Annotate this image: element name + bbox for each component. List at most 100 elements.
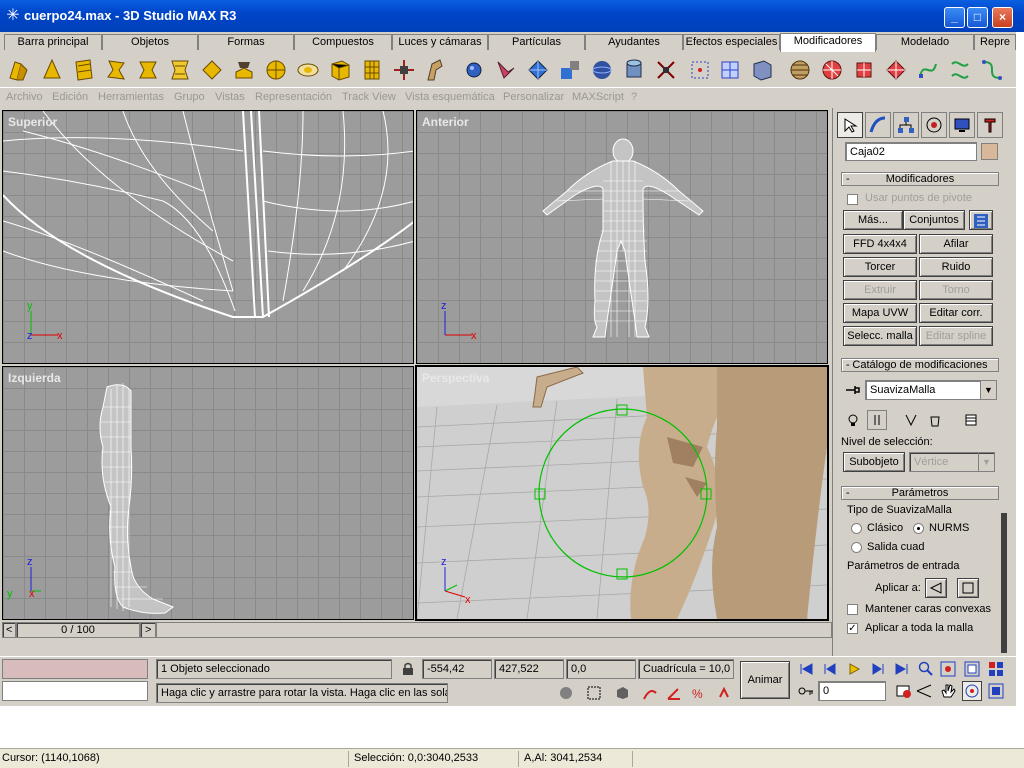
taper-button[interactable]: Afilar <box>919 234 993 254</box>
lathe-spline-icon[interactable] <box>978 56 1006 84</box>
edit-mesh-button[interactable]: Editar corr. <box>919 303 993 323</box>
skew-tool-icon[interactable] <box>198 56 226 84</box>
menu-representacion[interactable]: Representación <box>255 91 332 103</box>
x-coordinate-field[interactable]: -554,42 <box>422 659 492 679</box>
extrude-button[interactable]: Extruir <box>843 280 917 300</box>
wave-tool-icon[interactable] <box>262 56 290 84</box>
bend-tool-icon[interactable] <box>5 56 33 84</box>
zoom-extents-all-icon[interactable] <box>986 659 1006 679</box>
edit-mesh-icon[interactable] <box>524 56 552 84</box>
mesh-select-button[interactable]: Selecc. malla <box>843 326 917 346</box>
viewport-perspective-label[interactable]: Perspectiva <box>422 371 489 385</box>
create-tab-icon[interactable] <box>837 112 863 138</box>
crossing-selection-icon[interactable] <box>584 683 604 703</box>
ffd-box-tool-icon[interactable] <box>326 56 354 84</box>
key-mode-icon[interactable] <box>796 681 816 701</box>
viewport-top-label[interactable]: Superior <box>8 115 57 129</box>
viewport-perspective[interactable]: z x Perspectiva <box>415 365 829 621</box>
viewport-top[interactable]: y x z Superior <box>2 110 414 364</box>
subobject-level-dropdown[interactable]: Vértice ▼ <box>909 452 995 472</box>
time-config-icon[interactable] <box>894 681 914 701</box>
title-bar[interactable]: ✳ cuerpo24.max - 3D Studio MAX R3 _ □ × <box>0 0 1024 32</box>
hierarchy-tab-icon[interactable] <box>893 112 919 138</box>
lattice-tool-icon[interactable] <box>294 56 322 84</box>
noise-tool-icon[interactable] <box>102 56 130 84</box>
viewport-front-label[interactable]: Anterior <box>422 115 469 129</box>
menu-edicion[interactable]: Edición <box>52 91 88 103</box>
modify-tab-icon[interactable] <box>865 112 891 138</box>
viewport-left[interactable]: z y x Izquierda <box>2 366 414 620</box>
maxscript-listener-pink[interactable] <box>2 659 148 679</box>
viewport-front[interactable]: z x Anterior <box>416 110 828 364</box>
tab-particulas[interactable]: Partículas <box>488 34 585 50</box>
pin-stack-icon[interactable] <box>843 380 863 400</box>
menu-vista-esquematica[interactable]: Vista esquemática <box>405 91 495 103</box>
menu-herramientas[interactable]: Herramientas <box>98 91 164 103</box>
remove-modifier-icon[interactable] <box>925 410 945 430</box>
play-icon[interactable] <box>844 659 864 679</box>
squeeze-tool-icon[interactable] <box>166 56 194 84</box>
menu-maxscript[interactable]: MAXScript <box>572 91 624 103</box>
extrude-spline-icon[interactable] <box>946 56 974 84</box>
prev-frame-button[interactable]: < <box>2 622 16 638</box>
stretch-tool-icon[interactable] <box>134 56 162 84</box>
tab-ayudantes[interactable]: Ayudantes <box>585 34 683 50</box>
apply-to-polygons-icon[interactable] <box>957 578 979 598</box>
window-selection-icon[interactable] <box>612 683 632 703</box>
classic-radio[interactable] <box>851 523 862 534</box>
maxscript-listener-white[interactable] <box>2 681 148 701</box>
twist-button[interactable]: Torcer <box>843 257 917 277</box>
uvw-map-button[interactable]: Mapa UVW <box>843 303 917 323</box>
tab-modificadores[interactable]: Modificadores <box>780 33 876 52</box>
menu-vistas[interactable]: Vistas <box>215 91 245 103</box>
next-frame-icon[interactable] <box>868 659 888 679</box>
utilities-tab-icon[interactable] <box>977 112 1003 138</box>
time-slider[interactable]: 0 / 100 <box>16 622 140 638</box>
volume-select-icon[interactable] <box>492 56 520 84</box>
tessellate-icon[interactable] <box>882 56 910 84</box>
configure-sets-icon[interactable] <box>969 210 993 230</box>
more-modifiers-button[interactable]: Más... <box>843 210 903 230</box>
active-inactive-icon[interactable] <box>867 410 887 430</box>
tab-objetos[interactable]: Objetos <box>102 34 198 50</box>
minimize-button[interactable]: _ <box>944 7 965 28</box>
menu-track-view[interactable]: Track View <box>342 91 396 103</box>
nurms-radio[interactable] <box>913 523 924 534</box>
menu-grupo[interactable]: Grupo <box>174 91 205 103</box>
pan-hand-icon[interactable] <box>938 681 958 701</box>
viewport-left-label[interactable]: Izquierda <box>8 371 61 385</box>
twist-tool-icon[interactable] <box>70 56 98 84</box>
animate-button[interactable]: Animar <box>740 661 790 699</box>
current-frame-field[interactable]: 0 <box>818 681 886 701</box>
sphere-mesh-icon[interactable] <box>588 56 616 84</box>
min-max-toggle-icon[interactable] <box>986 681 1006 701</box>
edit-patch-icon[interactable] <box>556 56 584 84</box>
ffd-button[interactable]: FFD 4x4x4 <box>843 234 917 254</box>
apply-whole-mesh-checkbox[interactable]: ✓ <box>847 623 858 634</box>
spinner-snap-icon[interactable] <box>714 683 734 703</box>
motion-tab-icon[interactable] <box>921 112 947 138</box>
use-pivot-checkbox[interactable] <box>847 194 858 205</box>
zoom-icon[interactable] <box>916 659 936 679</box>
lock-selection-icon[interactable] <box>398 659 418 679</box>
angle-snap-icon[interactable] <box>664 683 684 703</box>
modifier-stack-dropdown[interactable]: SuavizaMalla ▼ <box>865 380 997 400</box>
panel-scrollbar[interactable] <box>1001 513 1007 653</box>
ripple-tool-icon[interactable] <box>230 56 258 84</box>
tab-modelado[interactable]: Modelado <box>876 34 974 50</box>
menu-archivo[interactable]: Archivo <box>6 91 43 103</box>
modifier-sets-button[interactable]: Conjuntos <box>903 210 965 230</box>
previous-frame-icon[interactable] <box>820 659 840 679</box>
go-to-end-icon[interactable] <box>892 659 912 679</box>
keep-convex-checkbox[interactable] <box>847 604 858 615</box>
edit-stack-icon[interactable] <box>961 410 981 430</box>
optimize-icon[interactable] <box>850 56 878 84</box>
menu-personalizar[interactable]: Personalizar <box>503 91 564 103</box>
uvw-xform-icon[interactable] <box>686 56 714 84</box>
show-end-result-icon[interactable] <box>843 410 863 430</box>
quad-output-radio[interactable] <box>851 542 862 553</box>
tab-barra-principal[interactable]: Barra principal <box>4 34 102 50</box>
object-name-field[interactable]: Caja02 <box>845 142 977 161</box>
go-to-start-icon[interactable] <box>796 659 816 679</box>
tab-representacion[interactable]: Repre <box>974 34 1016 50</box>
